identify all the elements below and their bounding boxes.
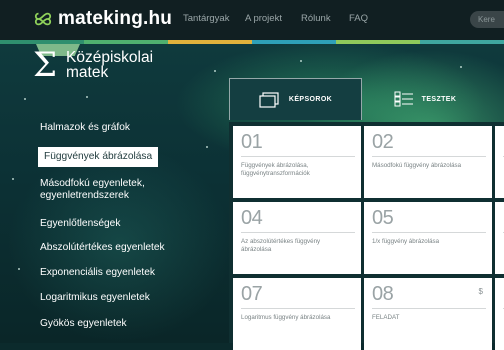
lesson-card-08[interactable]: 08 $ FELADAT [364, 278, 492, 350]
lesson-card-04[interactable]: 04 Az abszolútértékes függvény ábrázolás… [233, 202, 361, 274]
card-divider [372, 156, 486, 157]
sidebar-item-halmazok[interactable]: Halmazok és gráfok [40, 122, 130, 134]
card-description: Függvények ábrázolása, függvénytranszfor… [241, 162, 310, 177]
star-dot [18, 268, 20, 270]
star-dot [206, 146, 208, 148]
slides-icon [259, 91, 279, 108]
list-icon [394, 91, 413, 107]
card-number: 08 [372, 283, 394, 305]
tab-kepsorok-label: KÉPSOROK [288, 96, 333, 103]
nav-item-tantargyak[interactable]: Tantárgyak [183, 13, 229, 24]
nav-item-rolunk[interactable]: Rólunk [301, 13, 331, 24]
card-divider [372, 308, 486, 309]
sidebar-title-line2: matek [66, 64, 109, 81]
sidebar-item-masodfoku-line1[interactable]: Másodfokú egyenletek, [40, 178, 145, 190]
lesson-card-05[interactable]: 05 1/x függvény ábrázolása [364, 202, 492, 274]
lesson-card-01[interactable]: 01 Függvények ábrázolása, függvénytransz… [233, 126, 361, 198]
card-number: 01 [241, 131, 263, 153]
card-divider [241, 156, 355, 157]
sigma-icon: Σ [33, 45, 58, 85]
sidebar-item-masodfoku-line2[interactable]: egyenletrendszerek [40, 190, 129, 202]
star-dot [460, 66, 462, 68]
star-dot [214, 70, 216, 72]
lesson-card-07[interactable]: 07 Logaritmus függvény ábrázolása [233, 278, 361, 350]
lesson-card-partial[interactable] [495, 126, 504, 198]
lesson-card-partial[interactable] [495, 202, 504, 274]
lesson-card-grid: 01 Függvények ábrázolása, függvénytransz… [229, 122, 504, 350]
card-description: FELADAT [372, 314, 400, 321]
card-number: 05 [372, 207, 394, 229]
nav-item-a-projekt[interactable]: A projekt [245, 13, 282, 24]
card-divider [241, 308, 355, 309]
star-dot [86, 96, 88, 98]
tab-tesztek-label: TESZTEK [421, 95, 457, 103]
sidebar-title: Középiskolai matek [66, 49, 154, 81]
card-description: Másodfokú függvény ábrázolása [372, 162, 462, 169]
content-tabs: KÉPSOROK TESZTEK [229, 78, 504, 120]
card-description: Logaritmus függvény ábrázolása [241, 314, 331, 321]
sidebar-item-logaritmikus[interactable]: Logaritmikus egyenletek [40, 292, 150, 304]
lesson-card-02[interactable]: 02 Másodfokú függvény ábrázolása [364, 126, 492, 198]
top-navigation-bar: mateking.hu Tantárgyak A projekt Rólunk … [0, 0, 504, 40]
sidebar-item-abszolutertekes[interactable]: Abszolútértékes egyenletek [40, 242, 165, 254]
card-number: 07 [241, 283, 263, 305]
logo-text: mateking.hu [58, 8, 173, 29]
card-divider [241, 232, 355, 233]
card-number: 02 [372, 131, 394, 153]
card-divider [372, 232, 486, 233]
tab-kepsorok[interactable]: KÉPSOROK [229, 78, 362, 120]
lesson-card-partial[interactable] [495, 278, 504, 350]
search-input[interactable]: Kere [470, 11, 504, 28]
tab-tesztek[interactable]: TESZTEK [365, 78, 485, 120]
sidebar-title-line1: Középiskolai [66, 49, 154, 66]
card-description: 1/x függvény ábrázolása [372, 238, 440, 245]
card-description: Az abszolútértékes függvény ábrázolása [241, 238, 321, 253]
logo-knot-icon [34, 12, 52, 26]
sidebar-item-egyenlotlensegek[interactable]: Egyenlőtlenségek [40, 218, 120, 230]
site-logo[interactable]: mateking.hu [34, 8, 172, 30]
price-icon: $ [478, 287, 483, 296]
nav-item-faq[interactable]: FAQ [349, 13, 368, 24]
star-dot [300, 60, 302, 62]
sidebar-item-exponencialis[interactable]: Exponenciális egyenletek [40, 267, 155, 279]
card-number: 04 [241, 207, 263, 229]
star-dot [12, 178, 14, 180]
sidebar-item-gyokos[interactable]: Gyökös egyenletek [40, 318, 127, 330]
sidebar-item-fuggvenyek[interactable]: Függvények ábrázolása [38, 147, 159, 167]
star-dot [24, 98, 26, 100]
